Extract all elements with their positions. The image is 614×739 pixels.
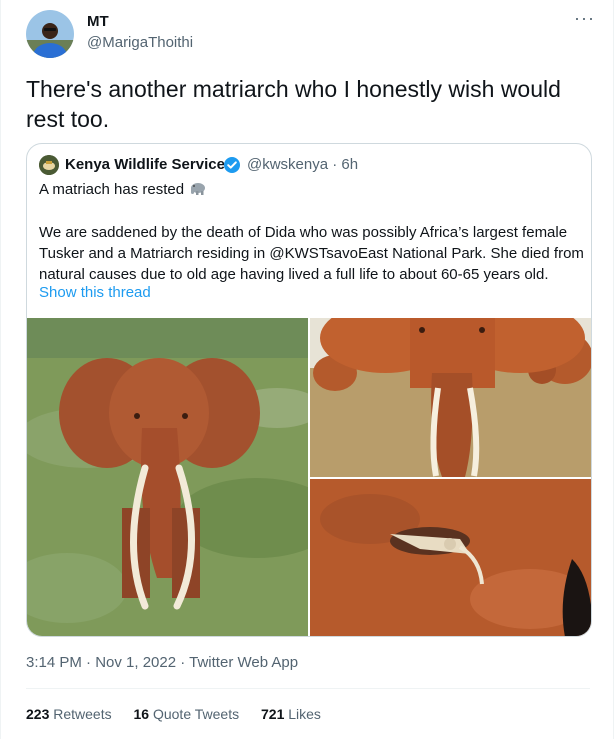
tweet-source-app[interactable]: Twitter Web App	[189, 654, 298, 671]
tweet: MT @MarigaThoithi ··· There's another ma…	[0, 0, 614, 739]
retweets-label: Retweets	[53, 706, 112, 722]
elephant-remains-photo[interactable]	[310, 479, 591, 636]
quoted-tweet[interactable]: Kenya Wildlife Service @kwskenya · 6h A …	[26, 143, 592, 637]
tweet-meta: 3:14 PM · Nov 1, 2022 · Twitter Web App	[26, 654, 298, 671]
quote-tweets-label: Quote Tweets	[152, 706, 240, 722]
quoted-line1: A matriach has rested	[39, 180, 206, 198]
quoted-author-name[interactable]: Kenya Wildlife Service	[65, 156, 225, 173]
author-handle[interactable]: @MarigaThoithi	[87, 34, 193, 51]
divider	[26, 688, 590, 689]
quoted-body: We are saddened by the death of Dida who…	[39, 224, 584, 283]
author-name[interactable]: MT	[87, 13, 109, 30]
kws-avatar[interactable]	[39, 155, 59, 175]
elephant-dida-photo[interactable]	[27, 318, 308, 636]
retweets-count: 223	[26, 706, 50, 722]
show-thread-link[interactable]: Show this thread	[39, 284, 151, 301]
likes-label: Likes	[288, 706, 321, 722]
verified-badge-icon	[223, 156, 241, 174]
likes-count: 721	[261, 706, 285, 722]
quoted-line1-text: A matriach has rested	[39, 181, 185, 198]
tweet-text: There's another matriarch who I honestly…	[26, 76, 561, 132]
retweets-stat[interactable]: 223 Retweets	[26, 706, 112, 722]
elephant-emoji-icon	[188, 180, 206, 196]
author-avatar[interactable]	[26, 10, 74, 58]
engagement-stats: 223 Retweets 16 Quote Tweets 721 Likes	[26, 706, 339, 722]
elephant-closeup-photo[interactable]	[310, 318, 591, 477]
quote-tweets-stat[interactable]: 16 Quote Tweets	[134, 706, 240, 722]
likes-stat[interactable]: 721 Likes	[261, 706, 321, 722]
quoted-handle-time[interactable]: @kwskenya · 6h	[247, 156, 358, 173]
quote-tweets-count: 16	[133, 706, 150, 722]
more-horizontal-icon[interactable]: ···	[574, 8, 595, 29]
tweet-timestamp[interactable]: 3:14 PM · Nov 1, 2022 ·	[26, 654, 189, 671]
